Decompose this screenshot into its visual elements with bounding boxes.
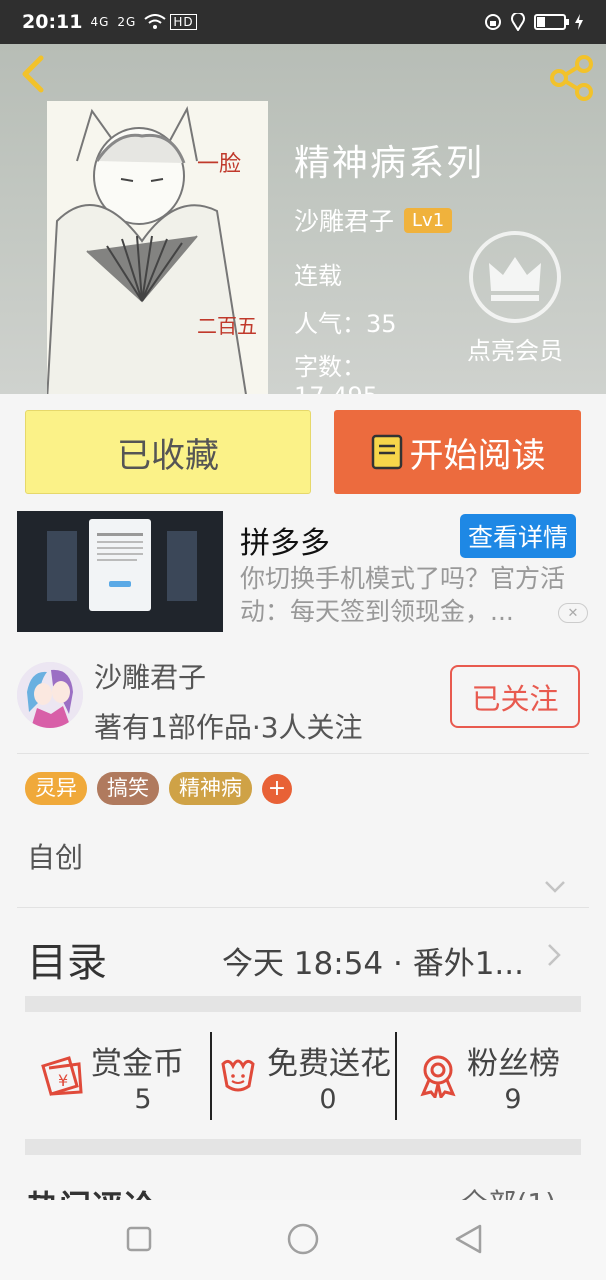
section-divider: [25, 1139, 581, 1155]
latest-chapter: 今天 18:54 · 番外1...: [221, 946, 524, 982]
ad-image[interactable]: [17, 511, 223, 632]
book-icon: [371, 434, 402, 470]
cover-illustration: 一脸 二百五: [47, 101, 268, 394]
follow-button[interactable]: 已关注: [450, 665, 580, 728]
crown-icon: [469, 231, 561, 323]
author-info: 著有1部作品·3人关注: [94, 711, 363, 744]
header-author-name[interactable]: 沙雕君子: [294, 202, 394, 238]
author-section[interactable]: 沙雕君子 著有1部作品·3人关注 已关注: [0, 650, 606, 752]
add-tag-button[interactable]: +: [262, 773, 292, 804]
fan-ranking-label: 粉丝榜: [467, 1046, 560, 1082]
charging-icon: [575, 14, 583, 30]
flower-icon: [221, 1059, 255, 1092]
send-flower-stat[interactable]: 免费送花 0: [215, 1032, 400, 1122]
ad-banner[interactable]: 拼多多 查看详情 你切换手机模式了吗？官方活动：每天签到领现金，... ✕: [0, 500, 606, 645]
svg-text:¥: ¥: [58, 1071, 68, 1090]
reward-coins-stat[interactable]: ¥ 赏金币 5: [39, 1032, 209, 1122]
tag-jingshenbing[interactable]: 精神病: [169, 772, 252, 805]
back-nav-icon[interactable]: [452, 1222, 486, 1256]
book-cover[interactable]: 一脸 二百五: [47, 101, 268, 394]
home-icon[interactable]: [286, 1222, 320, 1256]
hot-comments-title: 热门评论: [27, 1182, 155, 1200]
recent-apps-icon[interactable]: [122, 1222, 156, 1256]
signal-4g-icon: 4G: [90, 15, 110, 29]
ad-title: 拼多多: [240, 526, 330, 561]
vip-label: 点亮会员: [467, 337, 563, 365]
divider: [17, 907, 589, 908]
send-flower-value: 0: [319, 1084, 337, 1115]
medal-icon: [420, 1055, 456, 1098]
table-of-contents-row[interactable]: 目录 今天 18:54 · 番外1...: [0, 910, 606, 998]
fan-ranking-stat[interactable]: 粉丝榜 9: [415, 1032, 581, 1122]
chevron-down-icon[interactable]: [544, 880, 566, 894]
book-status: 连载: [294, 262, 342, 290]
header-author-row[interactable]: 沙雕君子 Lv1: [294, 202, 453, 238]
book-word-count: 字数：: [294, 353, 366, 381]
status-time: 20:11: [22, 11, 83, 33]
avatar[interactable]: [17, 662, 83, 728]
wifi-icon: [144, 14, 166, 29]
level-badge: Lv1: [404, 207, 453, 233]
book-popularity: 人气：35: [294, 310, 397, 338]
vip-badge[interactable]: 点亮会员: [460, 229, 570, 366]
tag-list: 灵异 搞笑 精神病 +: [25, 772, 292, 805]
chevron-right-icon: [548, 944, 561, 966]
book-description: 自创: [27, 841, 84, 874]
toc-title: 目录: [27, 940, 107, 986]
ad-screenshot: [17, 511, 223, 632]
hd-icon: HD: [170, 14, 197, 30]
system-nav-bar: [0, 1200, 606, 1280]
ad-detail-button[interactable]: 查看详情: [459, 514, 576, 558]
fan-ranking-value: 9: [504, 1084, 522, 1115]
cover-text-1: 一脸: [197, 152, 241, 177]
battery-icon: [534, 14, 569, 30]
signal-2g-icon: 2G: [117, 15, 137, 29]
share-icon[interactable]: [548, 54, 596, 102]
status-bar: 20:11 4G 2G HD: [0, 0, 606, 44]
collect-button[interactable]: 已收藏: [25, 410, 311, 494]
reward-coins-label: 赏金币: [91, 1046, 184, 1082]
avatar-image: [17, 662, 83, 728]
send-flower-label: 免费送花: [267, 1046, 391, 1082]
hot-comments-header[interactable]: 热门评论 全部(1): [0, 1170, 606, 1200]
book-title: 精神病系列: [294, 143, 485, 184]
lock-rotation-icon: [485, 14, 501, 30]
ad-description: 你切换手机模式了吗？官方活动：每天签到领现金，...: [240, 564, 566, 626]
money-envelope-icon: ¥: [41, 1056, 83, 1096]
cover-text-2: 二百五: [197, 314, 257, 338]
ad-close-icon[interactable]: ✕: [558, 603, 588, 623]
stats-separator: [210, 1032, 212, 1120]
reward-coins-value: 5: [134, 1084, 152, 1115]
tag-gaoxiao[interactable]: 搞笑: [97, 772, 159, 805]
book-word-count-value: 17,495: [294, 382, 378, 394]
stats-separator: [395, 1032, 397, 1120]
tag-lingyi[interactable]: 灵异: [25, 772, 87, 805]
section-divider: [25, 996, 581, 1012]
start-reading-button[interactable]: 开始阅读: [334, 410, 581, 494]
author-name[interactable]: 沙雕君子: [94, 656, 206, 696]
location-icon: [511, 13, 525, 31]
start-reading-label: 开始阅读: [409, 435, 546, 476]
stats-row: ¥ 赏金币 5 免费送花 0 粉丝榜 9: [25, 1014, 581, 1139]
all-comments-link[interactable]: 全部(1): [460, 1182, 556, 1200]
book-header: 一脸 二百五 精神病系列 沙雕君子 Lv1 连载 人气：35 字数： 17,49…: [0, 44, 606, 394]
divider: [17, 753, 589, 754]
back-icon[interactable]: [14, 54, 54, 94]
